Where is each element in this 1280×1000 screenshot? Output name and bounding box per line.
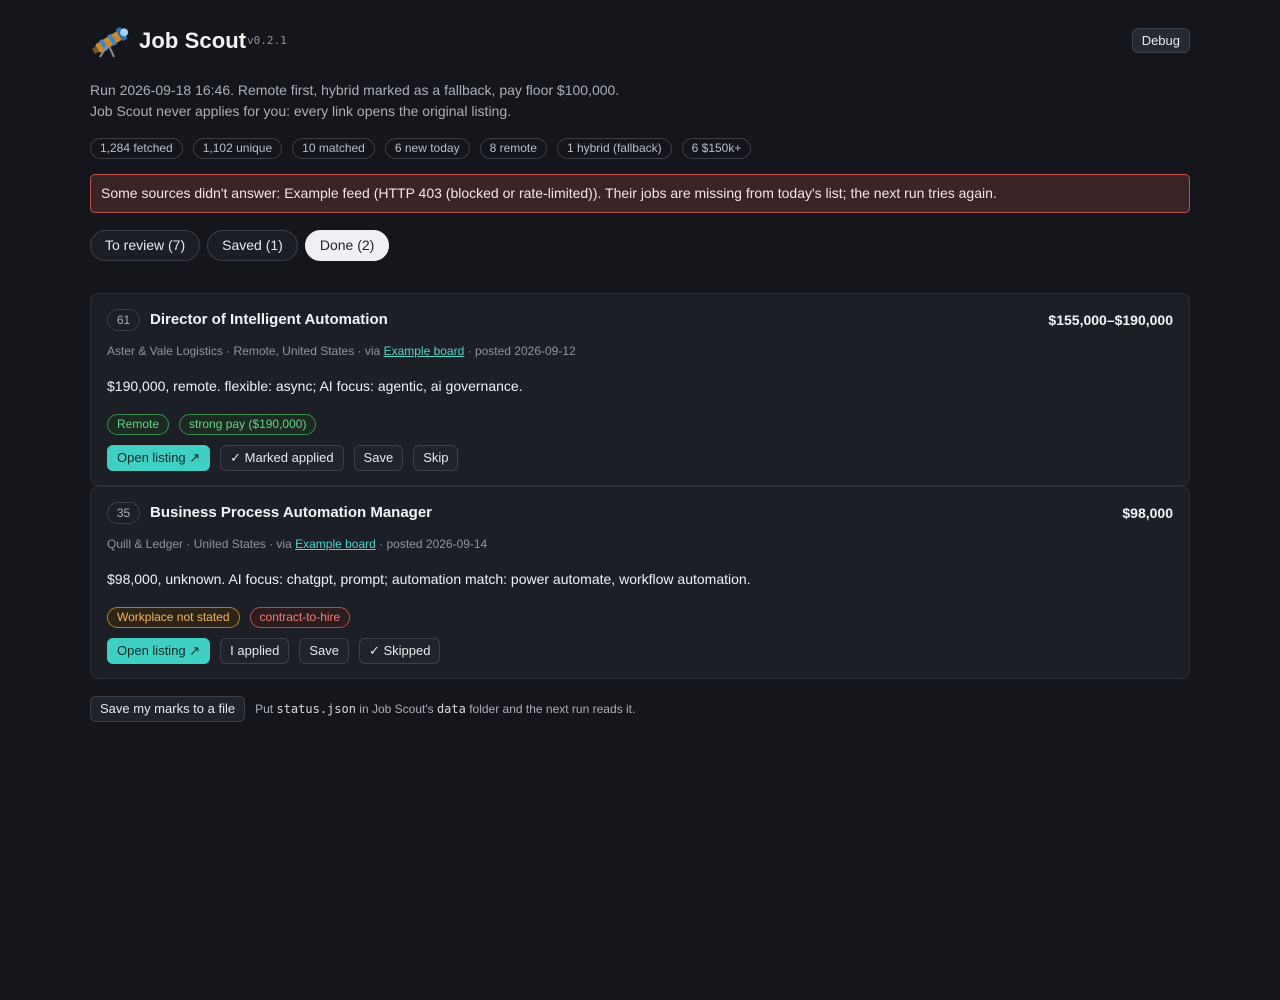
job-title: Business Process Automation Manager [150,504,433,521]
tab-done[interactable]: Done (2) [304,230,390,261]
footer: Save my marks to a file Put status.json … [90,696,1190,722]
stat-new-today: 6 new today [384,138,470,159]
job-meta: Quill & Ledger · United States · via Exa… [107,537,487,551]
stat-remote: 8 remote [479,138,547,159]
header: Job Scout v0.2.1 Debug [90,0,1190,80]
company-location: Aster & Vale Logistics · Remote, United … [107,344,384,358]
debug-button[interactable]: Debug [1131,28,1190,53]
job-pay: $155,000–$190,000 [1048,312,1173,328]
marked-applied-button[interactable]: ✓ Marked applied [220,445,344,471]
posted-date: · posted 2026-09-12 [464,344,576,358]
source-error-alert: Some sources didn't answer: Example feed… [90,174,1190,213]
run-disclaimer: Job Scout never applies for you: every l… [90,103,512,119]
job-actions: Open listing ↗ ✓ Marked applied Save Ski… [107,445,459,471]
telescope-icon [92,27,129,58]
run-summary: Run 2026-09-18 16:46. Remote first, hybr… [90,82,620,98]
source-link[interactable]: Example board [295,537,376,551]
run-info: Run 2026-09-18 16:46. Remote first, hybr… [90,80,1190,122]
stat-unique: 1,102 unique [192,138,283,159]
page: Job Scout v0.2.1 Debug Run 2026-09-18 16… [90,0,1190,722]
job-list: 61 Director of Intelligent Automation $1… [90,293,1190,679]
version-label: v0.2.1 [247,34,287,47]
tab-to-review[interactable]: To review (7) [90,230,201,261]
app-title: Job Scout [139,28,247,53]
data-folder-name: data [436,702,466,716]
job-tags: Workplace not stated contract-to-hire [107,607,351,628]
job-meta: Aster & Vale Logistics · Remote, United … [107,344,576,358]
tag-workplace-not-stated: Workplace not stated [107,607,240,628]
note-post: folder and the next run reads it. [465,702,636,716]
job-summary: $98,000, unknown. AI focus: chatgpt, pro… [107,571,751,587]
job-pay: $98,000 [1122,505,1173,521]
job-summary: $190,000, remote. flexible: async; AI fo… [107,378,523,394]
footer-note: Put status.json in Job Scout's data fold… [255,702,635,716]
tab-saved[interactable]: Saved (1) [207,230,298,261]
job-title: Director of Intelligent Automation [150,311,388,328]
save-button[interactable]: Save [353,445,404,471]
skip-button[interactable]: Skip [413,445,459,471]
stat-150k: 6 $150k+ [681,138,752,159]
open-listing-button[interactable]: Open listing ↗ [107,445,211,471]
tab-bar: To review (7) Saved (1) Done (2) [90,230,1190,261]
note-mid: in Job Scout's [355,702,437,716]
score-badge: 35 [107,502,140,524]
company-location: Quill & Ledger · United States · via [107,537,296,551]
stat-hybrid: 1 hybrid (fallback) [556,138,672,159]
tag-contract-to-hire: contract-to-hire [249,607,351,628]
job-tags: Remote strong pay ($190,000) [107,414,317,435]
stat-matched: 10 matched [292,138,375,159]
open-listing-button[interactable]: Open listing ↗ [107,638,211,664]
stat-fetched: 1,284 fetched [90,138,183,159]
tag-remote: Remote [107,414,170,435]
score-badge: 61 [107,309,140,331]
save-button[interactable]: Save [299,638,349,664]
i-applied-button[interactable]: I applied [220,638,290,664]
job-card: 61 Director of Intelligent Automation $1… [90,293,1190,486]
skipped-button[interactable]: ✓ Skipped [358,638,441,664]
source-link[interactable]: Example board [384,344,465,358]
note-pre: Put [255,702,277,716]
stats-bar: 1,284 fetched 1,102 unique 10 matched 6 … [90,138,1190,159]
job-card: 35 Business Process Automation Manager $… [90,486,1190,679]
status-file-name: status.json [276,702,356,716]
job-actions: Open listing ↗ I applied Save ✓ Skipped [107,638,441,664]
save-marks-button[interactable]: Save my marks to a file [90,696,246,722]
tag-strong-pay: strong pay ($190,000) [179,414,317,435]
posted-date: · posted 2026-09-14 [375,537,488,551]
